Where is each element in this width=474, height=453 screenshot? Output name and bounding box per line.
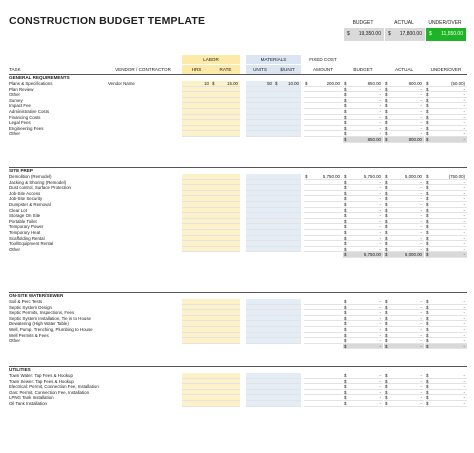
currency-symbol: $ [344,343,347,349]
cell-budget[interactable]: $ - [343,401,383,407]
group-header-labor: LABOR [182,55,240,64]
section-heading: SITE PREP [9,168,33,173]
column-actual: ACTUAL [394,67,414,72]
total-under-over: $ - [425,343,467,350]
cell-units[interactable] [246,401,274,407]
cell-per-unit[interactable] [274,401,301,407]
cell-under-over[interactable]: $ - [425,401,467,407]
section-divider [9,74,467,75]
total-value: 800.00 [408,137,422,142]
section-total-row: $850.00 $800.00 $ - [0,137,474,143]
total-budget: $5,750.00 [343,252,383,258]
currency-symbol: $ [429,31,432,37]
section-total-row: $5,750.00 $5,000.00 $ - [0,252,474,258]
column-vendor: VENDOR / CONTRACTOR [115,67,171,72]
currency-symbol: $ [344,252,347,258]
summary-actual-label: ACTUAL [394,20,414,26]
total-under-over: $ - [425,137,467,143]
section-heading: UTILITIES [9,367,31,372]
summary-under-over-value: 11,550.00 [441,31,463,37]
cell-value: - [463,401,465,406]
summary-budget-value: 19,350.00 [358,31,381,37]
currency-symbol: $ [344,401,347,406]
total-value: - [463,343,465,349]
summary-actual-cell[interactable]: $ 17,800.00 [384,28,425,41]
currency-symbol: $ [344,137,347,142]
total-value: - [463,137,465,142]
group-header-materials: MATERIALS [246,55,301,64]
column-hrs: HRS [182,65,211,74]
currency-symbol: $ [426,343,429,349]
total-value: 850.00 [367,137,381,142]
section-divider [9,292,467,293]
column-units: UNITS [246,65,274,74]
summary-actual-value: 17,800.00 [399,31,422,37]
total-value: - [420,343,422,349]
section-heading: GENERAL REQUIREMENTS [9,75,70,80]
total-value: 5,000.00 [404,252,422,258]
task-label: Oil Tank Installation [9,401,47,406]
total-under-over: $ - [425,252,467,258]
summary-budget-label: BUDGET [352,20,374,26]
column-amount: AMOUNT [313,67,333,72]
section-total-row: $ - $ - $ - [0,343,474,350]
summary-under-over-cell[interactable]: $ 11,550.00 [425,28,466,41]
column-task: TASK [9,67,21,72]
cell-value: - [420,401,422,406]
cell-hrs[interactable] [182,401,211,407]
table-row: Oil Tank Installation $ - $ - $ - [0,401,474,407]
total-value: - [379,343,381,349]
total-actual: $ - [384,343,424,350]
total-value: - [463,252,465,258]
currency-symbol: $ [347,31,350,37]
currency-symbol: $ [388,31,391,37]
currency-symbol: $ [385,401,388,406]
currency-symbol: $ [385,252,388,258]
section-divider [9,167,467,168]
total-actual: $800.00 [384,137,424,143]
cell-actual[interactable]: $ - [384,401,424,407]
page-title: CONSTRUCTION BUDGET TEMPLATE [9,15,206,27]
cell-rate[interactable] [211,401,240,407]
cell-amount[interactable] [304,401,342,407]
column-budget: BUDGET [353,67,373,72]
section-divider [9,366,467,367]
currency-symbol: $ [426,137,429,142]
currency-symbol: $ [426,401,429,406]
summary-budget-cell[interactable]: $ 19,350.00 [343,28,384,41]
summary-under-over-label: UNDER/OVER [428,20,462,26]
total-actual: $5,000.00 [384,252,424,258]
column-under-over: UNDER/OVER [430,67,462,72]
column-per-unit: $/UNIT [274,65,301,74]
section-heading: ON-SITE WATER/SEWER [9,293,64,298]
group-header-fixed-cost: FIXED COST [304,55,342,64]
currency-symbol: $ [426,252,429,258]
column-rate: RATE [211,65,240,74]
total-budget: $850.00 [343,137,383,143]
cell-value: - [379,401,381,406]
currency-symbol: $ [385,343,388,349]
total-budget: $ - [343,343,383,350]
total-value: 5,750.00 [363,252,381,258]
currency-symbol: $ [385,137,388,142]
